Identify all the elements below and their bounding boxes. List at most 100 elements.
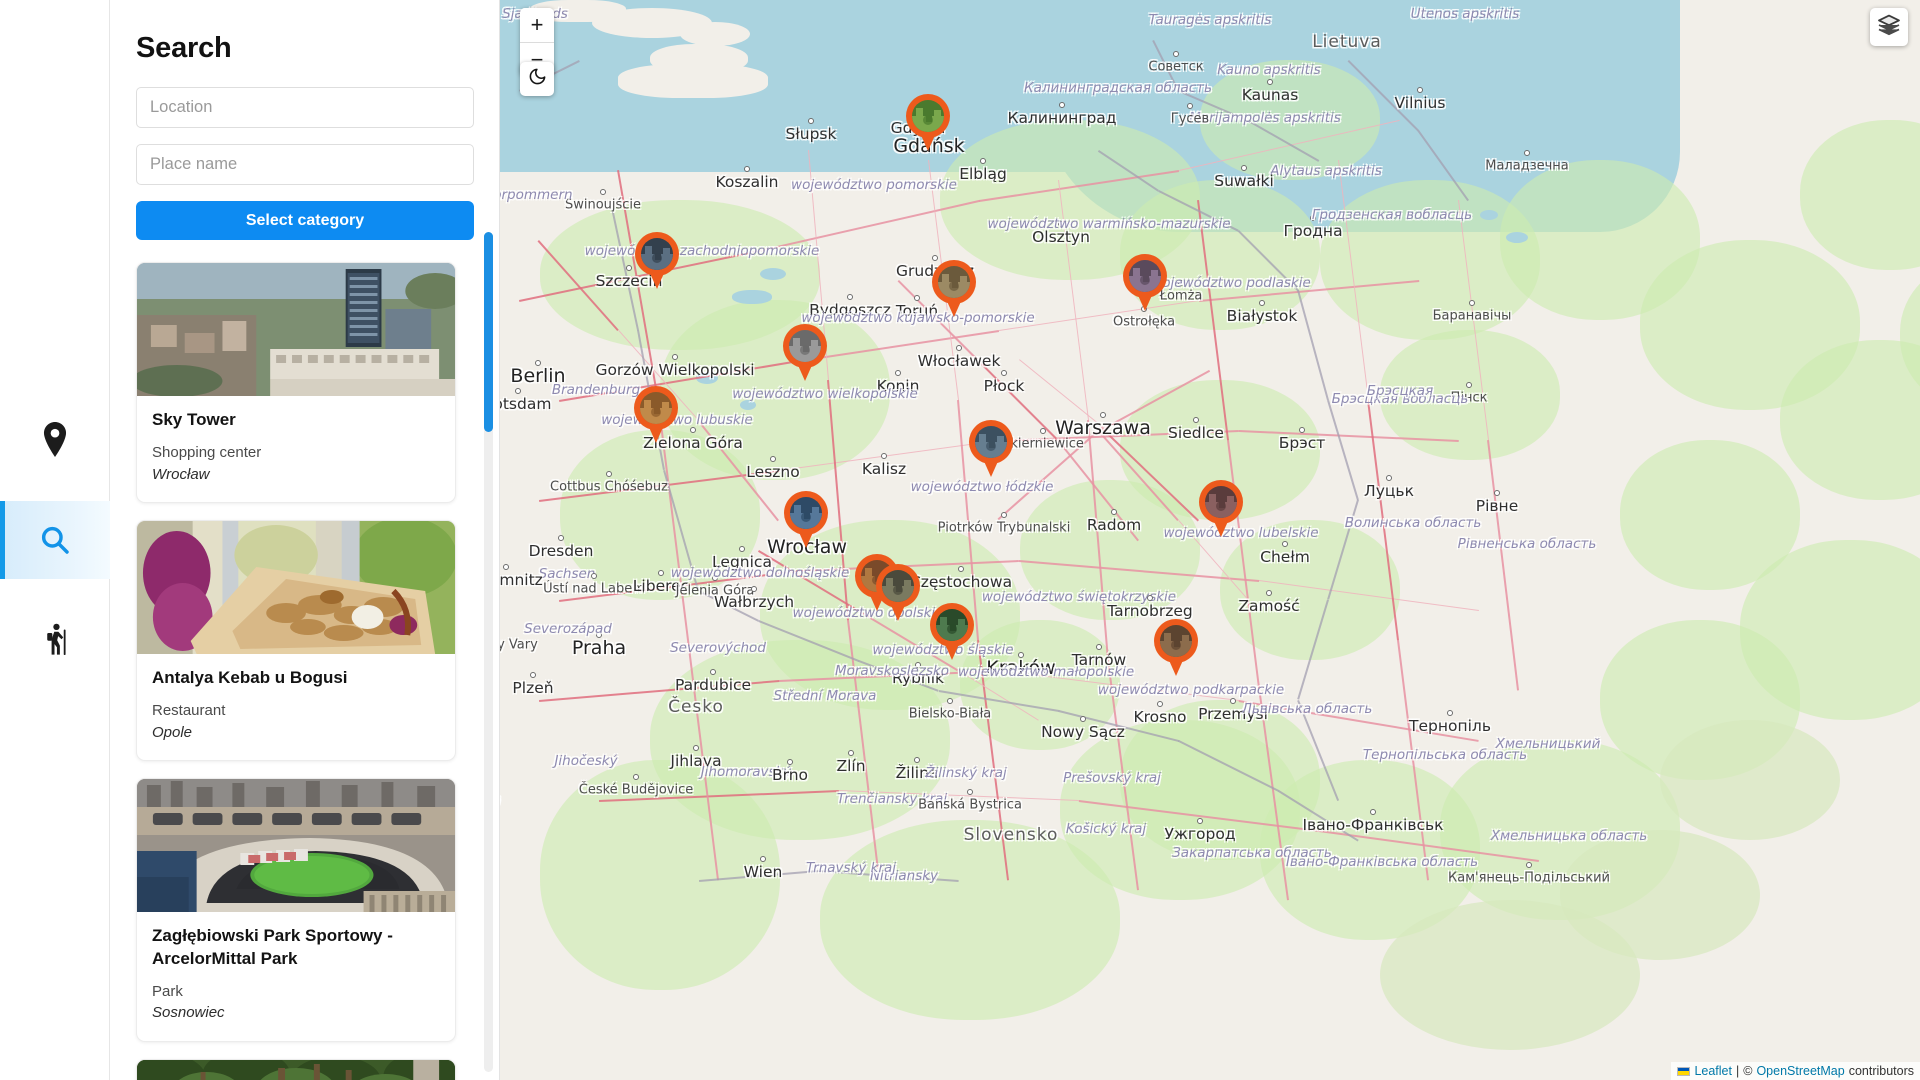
map-city-dot xyxy=(744,166,750,172)
dark-mode-toggle[interactable] xyxy=(520,62,554,96)
map-city-dot xyxy=(1111,509,1117,515)
result-card[interactable]: Zagłębiowski Park Sportowy - ArcelorMitt… xyxy=(136,778,456,1042)
location-input[interactable] xyxy=(136,87,474,128)
map-border xyxy=(1297,290,1329,401)
rail-item-map[interactable] xyxy=(0,401,110,479)
map-border xyxy=(698,590,759,622)
result-name: Sky Tower xyxy=(152,410,236,429)
map-view[interactable]: Lietuva Vilnius Kaunas Utenos apskritis Taur… xyxy=(500,0,1920,1080)
place-name-input[interactable] xyxy=(136,144,474,185)
zoom-in-button[interactable]: + xyxy=(520,8,554,42)
map-marker[interactable] xyxy=(1199,480,1243,538)
map-city-dot xyxy=(710,669,716,675)
map-label: województwo podkarpackie xyxy=(1097,682,1285,698)
map-city-dot xyxy=(1096,644,1102,650)
map-city-dot xyxy=(1058,221,1064,227)
map-city-dot xyxy=(1001,512,1007,518)
marker-thumbnail xyxy=(1129,260,1161,292)
map-city-dot xyxy=(1447,710,1453,716)
map-city-dot xyxy=(1259,300,1265,306)
map-city-dot xyxy=(1466,382,1472,388)
attribution-suffix: contributors xyxy=(1848,1064,1914,1078)
map-marker[interactable] xyxy=(906,94,950,152)
map-city-dot xyxy=(1524,150,1530,156)
map-city-dot xyxy=(914,295,920,301)
ukraine-flag-icon xyxy=(1677,1066,1691,1076)
map-city-dot xyxy=(1282,541,1288,547)
map-marker[interactable] xyxy=(930,603,974,661)
map-label: Mecklenburg-Vorpommern xyxy=(500,187,573,203)
marker-thumbnail xyxy=(936,609,968,641)
map-city-dot xyxy=(967,789,973,795)
map-city-dot xyxy=(1187,103,1193,109)
result-image xyxy=(137,521,455,655)
map-city-dot xyxy=(787,759,793,765)
result-card[interactable]: Sky Tower Shopping center Wrocław xyxy=(136,262,456,504)
marker-thumbnail xyxy=(912,100,944,132)
map-city-dot xyxy=(739,546,745,552)
result-category: Shopping center xyxy=(152,444,262,462)
map-marker[interactable] xyxy=(634,386,678,444)
result-city: Sosnowiec xyxy=(152,1004,225,1022)
map-city-dot xyxy=(600,189,606,195)
map-border xyxy=(1327,400,1359,501)
rail-item-trails[interactable] xyxy=(0,601,110,679)
map-marker[interactable] xyxy=(784,491,828,549)
page-title: Search xyxy=(136,32,232,64)
map-label: Berlin xyxy=(510,365,566,387)
icon-rail xyxy=(0,0,110,1080)
map-marker[interactable] xyxy=(783,324,827,382)
map-city-dot xyxy=(591,573,597,579)
map-marker[interactable] xyxy=(1123,254,1167,312)
leaflet-link[interactable]: Leaflet xyxy=(1694,1064,1732,1078)
map-label: Луцьк xyxy=(1364,482,1414,500)
map-city-dot xyxy=(606,471,612,477)
hiker-icon xyxy=(40,623,70,657)
select-category-button[interactable]: Select category xyxy=(136,201,474,240)
result-image xyxy=(137,779,455,913)
map-city-dot xyxy=(503,564,509,570)
map-city-dot xyxy=(1018,652,1024,658)
map-city-dot xyxy=(751,586,757,592)
map-city-dot xyxy=(808,118,814,124)
marker-thumbnail xyxy=(1205,486,1237,518)
marker-thumbnail xyxy=(1160,625,1192,657)
map-label: Bayern xyxy=(500,792,501,808)
map-city-dot xyxy=(915,662,921,668)
map-label: Banská Bystrica xyxy=(918,797,1022,813)
map-label: Тернопіль xyxy=(1409,717,1491,735)
map-label: Рівненська область xyxy=(1457,536,1597,552)
map-marker[interactable] xyxy=(876,564,920,622)
map-label: Chemnitz xyxy=(500,571,543,589)
map-city-dot xyxy=(535,360,541,366)
map-city-dot xyxy=(558,535,564,541)
layers-button[interactable] xyxy=(1870,8,1908,46)
map-road xyxy=(1019,359,1104,428)
map-marker[interactable] xyxy=(969,420,1013,478)
result-image xyxy=(137,263,455,396)
marker-thumbnail xyxy=(790,497,822,529)
map-city-dot xyxy=(1178,280,1184,286)
map-city-dot xyxy=(1266,590,1272,596)
map-city-dot xyxy=(958,566,964,572)
map-city-dot xyxy=(1157,701,1163,707)
map-city-dot xyxy=(1526,862,1532,868)
map-label: Praha xyxy=(571,637,627,659)
map-city-dot xyxy=(1080,716,1086,722)
sidebar-scrollbar-thumb[interactable] xyxy=(484,232,493,432)
result-image xyxy=(137,1059,455,1080)
result-card[interactable]: Antalya Kebab u Bogusi Restaurant Opole xyxy=(136,520,456,762)
map-city-dot xyxy=(1001,370,1007,376)
map-city-dot xyxy=(1193,417,1199,423)
marker-thumbnail xyxy=(975,426,1007,458)
map-marker[interactable] xyxy=(1154,619,1198,677)
sidebar-scrollbar-track[interactable] xyxy=(484,232,493,1072)
result-category: Restaurant xyxy=(152,702,226,720)
map-city-dot xyxy=(1197,818,1203,824)
map-city-dot xyxy=(626,265,632,271)
rail-item-search[interactable] xyxy=(0,501,110,579)
openstreetmap-link[interactable]: OpenStreetMap xyxy=(1756,1064,1844,1078)
result-card[interactable] xyxy=(136,1058,456,1080)
map-marker[interactable] xyxy=(932,260,976,318)
map-marker[interactable] xyxy=(635,232,679,290)
